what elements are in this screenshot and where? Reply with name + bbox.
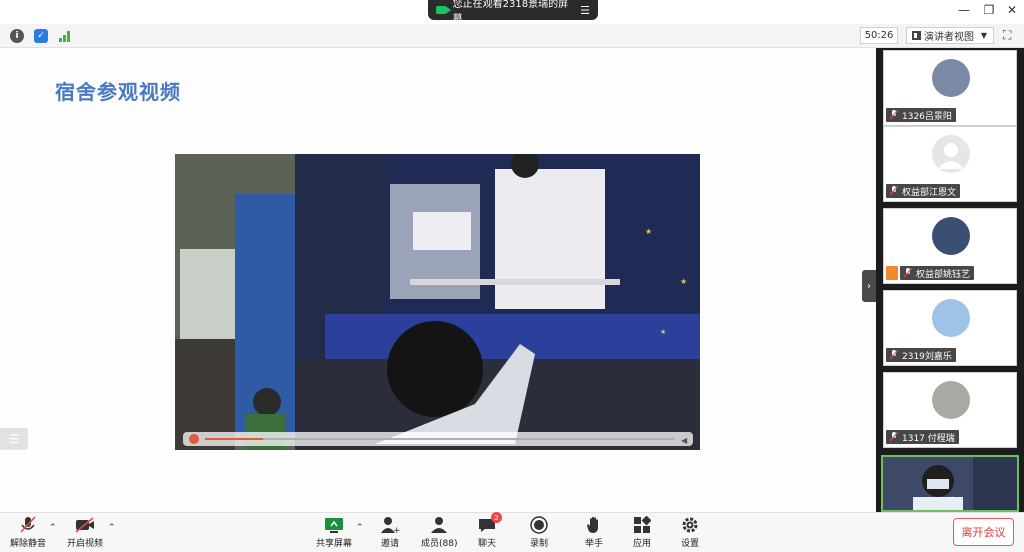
avatar: [932, 59, 970, 97]
avatar: [932, 135, 970, 173]
mic-muted-icon: [890, 432, 898, 442]
signal-strength-icon[interactable]: [58, 29, 72, 43]
add-user-icon: +: [380, 515, 400, 535]
fullscreen-icon[interactable]: ⛶: [1003, 28, 1017, 42]
host-icon: [886, 266, 898, 280]
participant-name-label: 1326吕景阳: [886, 108, 956, 122]
svg-text:★: ★: [680, 277, 687, 286]
members-icon: [429, 515, 449, 535]
restore-icon[interactable]: ❐: [980, 3, 998, 17]
slide-list-toggle[interactable]: ☰: [0, 428, 28, 450]
avatar: [932, 381, 970, 419]
start-video-button[interactable]: 开启视频: [67, 515, 103, 549]
share-screen-button[interactable]: 共享屏幕: [316, 515, 352, 549]
invite-button[interactable]: + 邀请: [380, 515, 400, 549]
mic-muted-icon: [904, 268, 912, 278]
video-options-chevron-icon[interactable]: ⌃: [108, 523, 116, 533]
raise-hand-button[interactable]: 举手: [584, 515, 604, 549]
members-button[interactable]: 成员(88): [421, 515, 457, 549]
title-bar: 您正在观看2318景瑞的屏幕 ☰ — ❐ ✕: [0, 0, 1024, 25]
participant-name-label: 1317 付程瑞: [886, 430, 959, 444]
audio-options-chevron-icon[interactable]: ⌃: [49, 523, 57, 533]
gear-icon: [680, 515, 700, 535]
svg-text:◀: ◀: [681, 436, 688, 445]
hand-icon: [584, 515, 604, 535]
view-mode-dropdown[interactable]: 演讲者视图 ▼: [906, 27, 994, 44]
mic-muted-icon: [890, 110, 898, 120]
participant-name-label: 权益部江恩文: [886, 184, 961, 198]
chat-button[interactable]: 2 聊天: [477, 512, 502, 549]
svg-text:+: +: [393, 526, 400, 534]
collapse-panel-button[interactable]: ›: [862, 270, 876, 302]
self-video-frame: ⌄: [883, 457, 1017, 510]
screen-share-notice[interactable]: 您正在观看2318景瑞的屏幕 ☰: [428, 0, 598, 25]
svg-text:⌄: ⌄: [947, 491, 955, 502]
participant-tile[interactable]: 1317 付程瑞: [883, 372, 1017, 448]
shared-screen-area: 宿舍参观视频 ★ ★ ★ ◀ ☰: [0, 48, 876, 512]
apps-button[interactable]: 应用: [632, 515, 652, 549]
video-camera-icon: [436, 6, 451, 14]
mic-muted-icon: [890, 350, 898, 360]
share-options-chevron-icon[interactable]: ⌃: [356, 523, 364, 533]
participant-name-label: 权益部姚钰艺: [900, 266, 975, 280]
self-video-tile[interactable]: ⌄: [881, 455, 1019, 512]
svg-text:★: ★: [660, 328, 666, 336]
svg-text:★: ★: [645, 227, 652, 236]
menu-icon[interactable]: ☰: [580, 4, 590, 17]
record-icon: [529, 515, 549, 535]
meeting-info-bar: i ✓ 50:26 演讲者视图 ▼ ⛶: [0, 24, 1024, 48]
share-screen-icon: [324, 515, 344, 535]
minimize-icon[interactable]: —: [955, 3, 973, 17]
meeting-window: 您正在观看2318景瑞的屏幕 ☰ — ❐ ✕ i ✓ 50:26 演讲者视图 ▼…: [0, 0, 1024, 552]
speaker-view-icon: [912, 31, 921, 40]
mic-muted-icon: [890, 186, 898, 196]
shield-icon[interactable]: ✓: [34, 29, 48, 43]
video-off-icon: [75, 515, 95, 535]
meeting-timer: 50:26: [860, 27, 898, 44]
chat-unread-badge: 2: [491, 512, 502, 523]
settings-button[interactable]: 设置: [680, 515, 700, 549]
mic-muted-icon: [18, 515, 38, 535]
participant-name-label: 2319刘嘉乐: [886, 348, 956, 362]
view-mode-label: 演讲者视图: [924, 32, 974, 43]
slide-title: 宿舍参观视频: [55, 80, 181, 104]
meeting-toolbar: 解除静音 ⌃ 开启视频 ⌃ 共享屏幕 ⌃ + 邀请 成员(88) 2 聊天 录制…: [0, 512, 1024, 552]
participant-tile[interactable]: 2319刘嘉乐: [883, 290, 1017, 366]
avatar: [932, 217, 970, 255]
leave-meeting-button[interactable]: 离开会议: [953, 518, 1014, 546]
avatar: [932, 299, 970, 337]
participant-tile[interactable]: 权益部江恩文: [883, 126, 1017, 202]
share-notice-text: 您正在观看2318景瑞的屏幕: [452, 0, 569, 25]
participant-tile[interactable]: 权益部姚钰艺: [883, 208, 1017, 284]
participant-tile[interactable]: 1326吕景阳: [883, 50, 1017, 126]
video-frame: ★ ★ ★ ◀: [175, 154, 700, 450]
chat-icon: 2: [477, 512, 502, 535]
unmute-button[interactable]: 解除静音: [10, 515, 46, 549]
record-button[interactable]: 录制: [529, 515, 549, 549]
dorm-video[interactable]: ★ ★ ★ ◀: [175, 154, 700, 450]
close-icon[interactable]: ✕: [1003, 3, 1021, 17]
chevron-down-icon: ▼: [980, 31, 987, 40]
info-icon[interactable]: i: [10, 29, 24, 43]
apps-icon: [632, 515, 652, 535]
